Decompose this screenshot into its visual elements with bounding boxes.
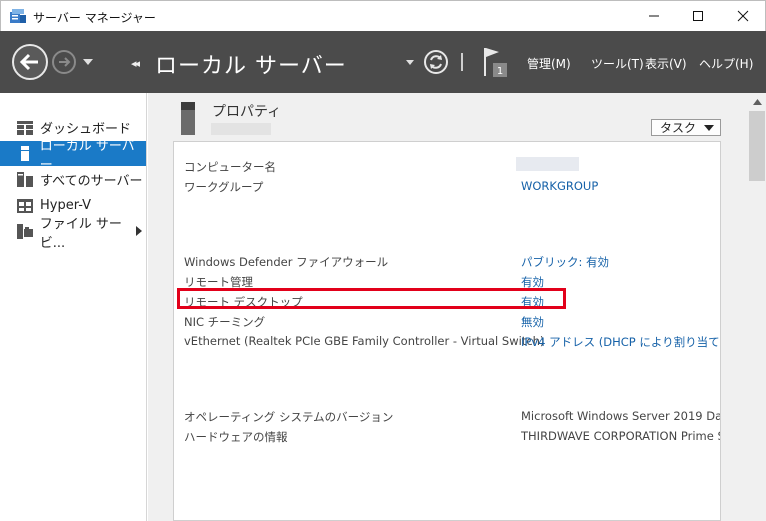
header-separator (461, 53, 463, 71)
value-vethernet[interactable]: IPv4 アドレス (DHCP により割り当て) 、IPv6 有効 (521, 334, 720, 350)
menu-tools[interactable]: ツール(T) (591, 55, 644, 72)
file-services-icon (16, 224, 34, 240)
close-icon (737, 10, 749, 22)
history-dropdown-icon[interactable] (83, 59, 93, 65)
main-content: プロパティ タスク コンピューター名 ワークグループ WORKGROUP Win… (148, 93, 766, 521)
notification-count: 1 (497, 66, 503, 77)
maximize-button[interactable] (676, 1, 720, 31)
label-os-version: オペレーティング システムのバージョン (184, 410, 394, 424)
value-workgroup[interactable]: WORKGROUP (521, 179, 598, 193)
menu-manage[interactable]: 管理(M) (527, 55, 571, 72)
minimize-icon (649, 15, 659, 17)
sidebar-item-label: すべてのサーバー (40, 174, 143, 189)
remote-desktop-highlight-box (177, 288, 566, 309)
value-hardware-info: THIRDWAVE CORPORATION Prime Series (521, 429, 720, 443)
properties-title: プロパティ (212, 104, 282, 120)
hyper-v-icon (16, 198, 34, 214)
value-nic-teaming[interactable]: 無効 (521, 314, 544, 330)
label-workgroup: ワークグループ (184, 180, 264, 194)
forward-button[interactable] (52, 50, 76, 74)
breadcrumb-arrows[interactable]: ◂◂ (131, 57, 140, 70)
breadcrumb-dropdown-icon[interactable] (406, 60, 414, 65)
server-name-redacted (211, 123, 271, 135)
label-nic-teaming: NIC チーミング (184, 315, 266, 329)
tasks-button[interactable]: タスク (651, 119, 721, 136)
back-button[interactable] (12, 44, 48, 80)
scroll-up-button[interactable] (748, 93, 766, 111)
computer-name-redacted[interactable] (516, 157, 579, 171)
local-server-icon (16, 146, 34, 162)
tasks-label: タスク (660, 121, 697, 135)
value-os-version: Microsoft Windows Server 2019 Datacenter (521, 409, 720, 423)
sidebar-item-label: Hyper-V (40, 198, 92, 213)
close-button[interactable] (721, 1, 765, 31)
server-icon (181, 102, 195, 135)
sidebar-item-all-servers[interactable]: すべてのサーバー (0, 167, 146, 192)
label-computer-name: コンピューター名 (184, 160, 276, 174)
window-title: サーバー マネージャー (33, 11, 156, 25)
header-bar: ◂◂ ローカル サーバー 1 管理(M) ツール(T) 表示(V) ヘルプ(H) (0, 31, 766, 93)
dashboard-icon (16, 120, 34, 136)
page-title: ローカル サーバー (155, 54, 347, 79)
flag-icon: 1 (484, 48, 507, 77)
label-hardware-info: ハードウェアの情報 (184, 430, 288, 444)
title-bar: サーバー マネージャー (0, 0, 766, 31)
sidebar: ダッシュボード ローカル サーバー すべてのサーバー Hyper-V ファイル … (0, 93, 147, 521)
sidebar-item-local-server[interactable]: ローカル サーバー (0, 139, 146, 173)
arrow-left-icon (19, 53, 38, 71)
vertical-scrollbar[interactable] (748, 93, 766, 521)
expand-arrow-icon[interactable] (136, 226, 142, 236)
chevron-up-icon (752, 99, 762, 105)
menu-help[interactable]: ヘルプ(H) (699, 55, 753, 72)
arrow-right-icon (59, 57, 71, 67)
menu-view[interactable]: 表示(V) (645, 55, 687, 72)
maximize-icon (693, 11, 703, 21)
notifications-button[interactable]: 1 (483, 46, 511, 83)
properties-panel: コンピューター名 ワークグループ WORKGROUP Windows Defen… (173, 141, 721, 521)
chevron-down-icon (704, 125, 714, 131)
value-firewall[interactable]: パブリック: 有効 (521, 254, 609, 270)
scroll-thumb[interactable] (749, 111, 765, 181)
sidebar-item-label: ファイル サービ... (39, 216, 122, 251)
server-manager-app-icon (10, 9, 26, 23)
all-servers-icon (16, 172, 34, 188)
minimize-button[interactable] (632, 1, 676, 31)
refresh-icon[interactable] (423, 49, 449, 75)
label-firewall: Windows Defender ファイアウォール (184, 255, 389, 269)
label-vethernet: vEthernet (Realtek PCIe GBE Family Contr… (184, 334, 545, 348)
sidebar-item-file-services[interactable]: ファイル サービ... (0, 217, 146, 251)
